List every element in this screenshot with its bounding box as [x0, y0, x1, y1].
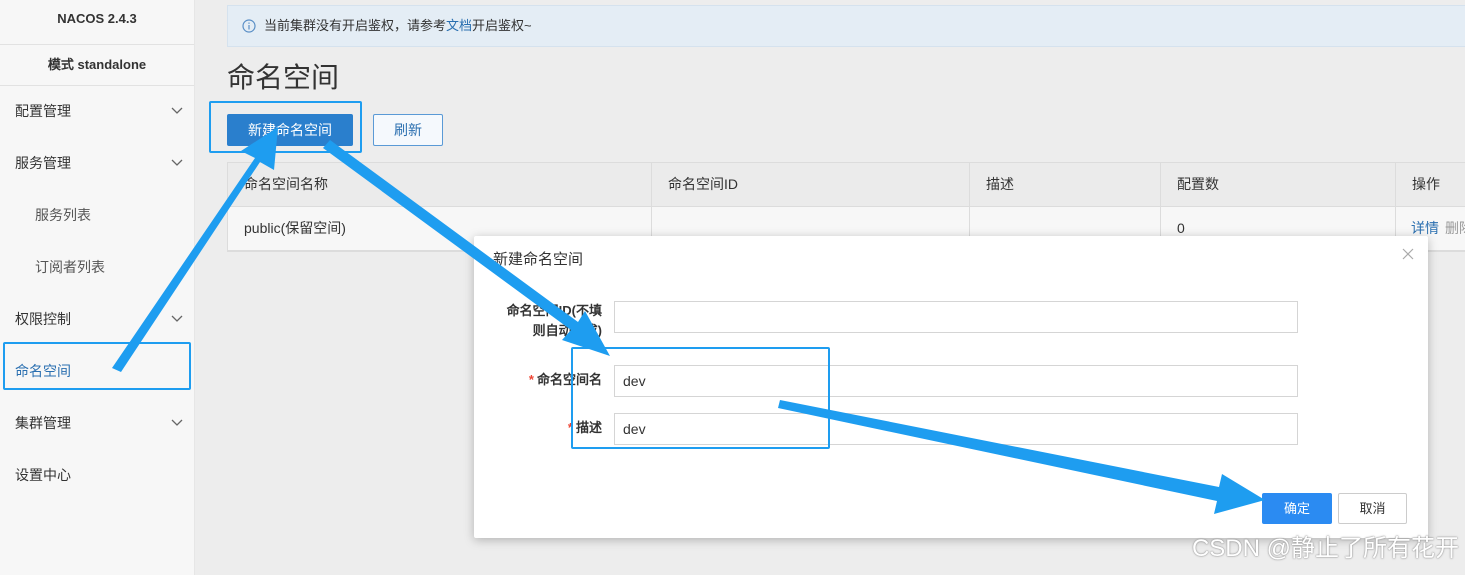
sidebar-item-label: 集群管理 [15, 415, 71, 431]
sidebar: NACOS 2.4.3 模式 standalone 配置管理 服务管理 服务列表… [0, 0, 195, 575]
brand-title: NACOS 2.4.3 [0, 0, 194, 45]
close-icon[interactable] [1402, 248, 1414, 260]
namespace-id-input[interactable] [614, 301, 1298, 333]
column-header: 操作 [1395, 163, 1465, 206]
sidebar-item-label: 权限控制 [15, 311, 71, 327]
column-header: 描述 [969, 163, 1160, 206]
column-header: 命名空间名称 [244, 176, 328, 192]
watermark: CSDN @静止了所有花开 [1191, 535, 1459, 562]
chevron-down-icon [171, 315, 183, 322]
column-header: 配置数 [1160, 163, 1395, 206]
mode-label: 模式 standalone [0, 45, 194, 86]
dialog-title: 新建命名空间 [493, 251, 584, 268]
sidebar-item-label: 服务列表 [35, 207, 91, 223]
highlight-namespace-nav [3, 342, 191, 390]
sidebar-item-label: 订阅者列表 [35, 259, 105, 275]
chevron-down-icon [171, 419, 183, 426]
sidebar-item-cluster[interactable]: 集群管理 [0, 403, 194, 443]
confirm-button[interactable]: 确定 [1262, 493, 1332, 524]
column-header: 命名空间ID [651, 163, 969, 206]
detail-link[interactable]: 详情 [1411, 220, 1439, 236]
refresh-button[interactable]: 刷新 [373, 114, 443, 146]
chevron-down-icon [171, 159, 183, 166]
auth-notice: 当前集群没有开启鉴权，请参考文档开启鉴权~ [227, 5, 1465, 47]
page-title: 命名空间 [227, 62, 340, 93]
sidebar-item-settings[interactable]: 设置中心 [0, 455, 194, 495]
sidebar-item-service[interactable]: 服务管理 [0, 143, 194, 183]
sidebar-item-label: 设置中心 [15, 467, 71, 483]
sidebar-item-label: 服务管理 [15, 155, 71, 171]
sidebar-item-service-list[interactable]: 服务列表 [0, 195, 194, 235]
info-icon [242, 19, 256, 33]
table-header-row: 命名空间名称 命名空间ID 描述 配置数 操作 [228, 163, 1465, 207]
chevron-down-icon [171, 107, 183, 114]
cancel-button[interactable]: 取消 [1338, 493, 1407, 524]
highlight-create-button [209, 101, 362, 153]
notice-text: 当前集群没有开启鉴权，请参考文档开启鉴权~ [264, 18, 532, 33]
docs-link[interactable]: 文档 [446, 18, 472, 33]
sidebar-item-label: 配置管理 [15, 103, 71, 119]
sidebar-item-auth[interactable]: 权限控制 [0, 299, 194, 339]
delete-link[interactable]: 删除 [1445, 220, 1465, 236]
sidebar-item-config[interactable]: 配置管理 [0, 91, 194, 131]
highlight-form-fields [571, 347, 830, 449]
sidebar-item-subscribers[interactable]: 订阅者列表 [0, 247, 194, 287]
namespace-id-label: 命名空间ID(不填 则自动生成) [506, 303, 602, 338]
